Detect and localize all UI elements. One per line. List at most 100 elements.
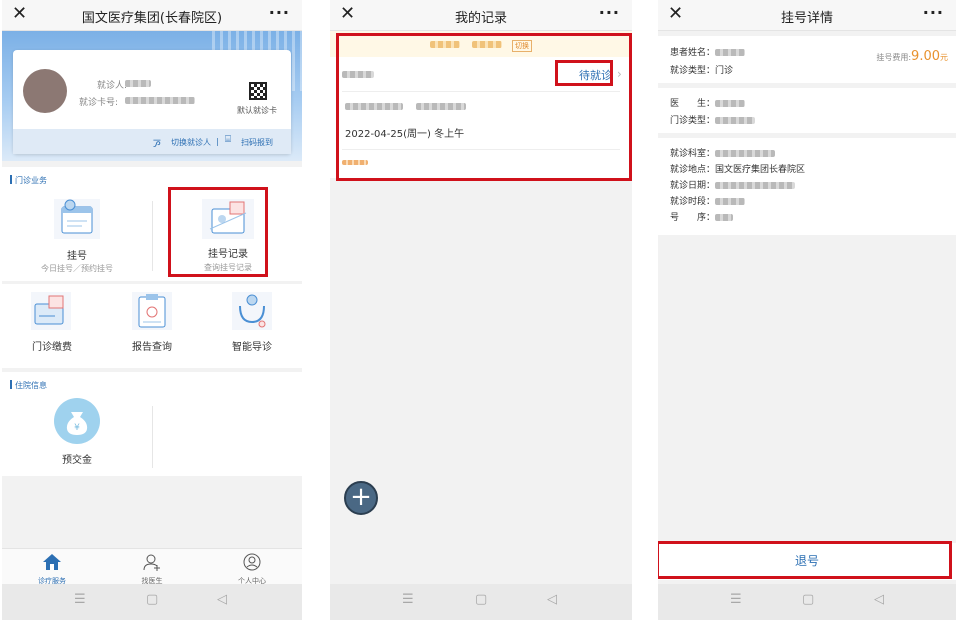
scan-icon: ⌸ (225, 134, 231, 145)
inpatient-section-title: 住院信息 (10, 380, 47, 391)
patient-label: 就诊人: (97, 81, 128, 91)
link-separator: | (216, 137, 219, 146)
scan-report-link[interactable]: 扫码报到 (241, 137, 273, 148)
more-icon[interactable]: ··· (599, 3, 620, 22)
detail-screen: ✕ 挂号详情 ··· 患者姓名： 挂号费用:9.00元 就诊类型：门诊 医 生：… (658, 0, 956, 620)
patient-name-masked (715, 49, 746, 56)
dept-label: 就诊科室： (670, 149, 716, 159)
home-top-bar: ✕ 国文医疗集团(长春院区) ··· (2, 0, 302, 31)
period-masked (715, 198, 746, 205)
calendar-doctor-icon (54, 199, 100, 239)
location-label: 就诊地点： (670, 165, 716, 175)
outpatient-section-title: 门诊业务 (10, 175, 47, 186)
patient-name-row: 患者姓名： (670, 45, 746, 58)
clinic-type-label: 门诊类型： (670, 116, 716, 126)
records-screen: ✕ 我的记录 ··· 切换 待就诊 › 2022-04-25(周一) 冬上午 +… (330, 0, 632, 620)
doctor-row: 医 生： (670, 96, 746, 109)
more-icon[interactable]: ··· (923, 3, 944, 22)
period-label: 就诊时段： (670, 197, 716, 207)
system-nav-bar: ☰ ▢ ◁ (2, 584, 302, 620)
records-top-bar: ✕ 我的记录 ··· (330, 0, 632, 31)
tab-find-doctor[interactable]: 找医生 (122, 553, 182, 586)
menu-icon[interactable]: ☰ (402, 592, 414, 607)
qr-code-icon[interactable] (249, 82, 267, 100)
visit-info-section: 就诊科室： 就诊地点：国文医疗集团长春院区 就诊日期： 就诊时段： 号 序： (658, 138, 956, 235)
fee-value: 9.00 (911, 49, 940, 64)
page-title: 挂号详情 (780, 11, 833, 26)
seq-row: 号 序： (670, 210, 734, 223)
bottom-tab-bar: 诊疗服务 找医生 个人中心 (2, 548, 302, 586)
home-icon (43, 554, 61, 570)
home-button-icon[interactable]: ▢ (802, 592, 814, 607)
home-screen: ✕ 国文医疗集团(长春院区) ··· 就诊人: 就诊卡号: 默认就诊卡 ꯍ 切换… (2, 0, 302, 620)
home-button-icon[interactable]: ▢ (146, 592, 158, 607)
back-icon[interactable]: ◁ (547, 592, 557, 607)
doctor-name-masked (715, 100, 746, 107)
add-doctor-icon (143, 554, 160, 571)
fee-row: 挂号费用:9.00元 (876, 49, 948, 64)
home-button-icon[interactable]: ▢ (475, 592, 487, 607)
service-row-2: 门诊缴费 报告查询 智能导诊 (2, 284, 302, 368)
card-no-label: 就诊卡号: (79, 98, 119, 108)
switch-bar: ꯍ 切换就诊人 | ⌸ 扫码报到 (13, 129, 291, 154)
clinic-type-masked (715, 117, 756, 124)
default-card-label: 默认就诊卡 (237, 106, 277, 115)
detail-top-bar: ✕ 挂号详情 ··· (658, 0, 956, 31)
divider (152, 406, 153, 468)
page-title: 我的记录 (454, 11, 507, 26)
add-record-button[interactable]: + (344, 481, 378, 515)
location-value: 国文医疗集团长春院区 (715, 165, 806, 175)
highlight-register-records (168, 187, 268, 277)
date-row: 就诊日期： (670, 178, 796, 191)
patient-info-section: 患者姓名： 挂号费用:9.00元 就诊类型：门诊 (658, 36, 956, 83)
system-nav-bar: ☰ ▢ ◁ (658, 584, 956, 620)
highlight-status (555, 60, 613, 86)
switch-patient-link[interactable]: 切换就诊人 (171, 137, 211, 148)
inpatient-section: 住院信息 ¥ 预交金 (2, 372, 302, 476)
page-title: 国文医疗集团(长春院区) (81, 11, 223, 26)
dept-row: 就诊科室： (670, 146, 776, 159)
register-sub: 今日挂号／预约挂号 (41, 264, 113, 273)
system-nav-bar: ☰ ▢ ◁ (330, 584, 632, 620)
money-bag-icon: ¥ (54, 398, 100, 444)
patient-name-label: 患者姓名： (670, 48, 716, 58)
clinic-type-row: 门诊类型： (670, 113, 756, 126)
fee-unit: 元 (940, 53, 948, 62)
visit-type-value: 门诊 (715, 66, 734, 76)
visit-type-row: 就诊类型：门诊 (670, 63, 733, 76)
highlight-cancel-button (658, 541, 952, 579)
guide-label: 智能导诊 (232, 342, 272, 353)
visit-type-label: 就诊类型： (670, 66, 716, 76)
menu-icon[interactable]: ☰ (74, 592, 86, 607)
svg-text:¥: ¥ (74, 423, 80, 433)
switch-user-icon: ꯍ (153, 137, 161, 150)
tab-profile[interactable]: 个人中心 (222, 553, 282, 586)
divider (152, 201, 153, 271)
highlight-record-card (336, 33, 632, 181)
stethoscope-icon (232, 292, 272, 330)
report-label: 报告查询 (132, 342, 172, 353)
date-label: 就诊日期： (670, 181, 716, 191)
patient-name-masked (125, 80, 151, 87)
register-label: 挂号 (67, 251, 87, 262)
back-icon[interactable]: ◁ (874, 592, 884, 607)
payment-card-icon (31, 292, 71, 330)
avatar (23, 69, 67, 113)
menu-icon[interactable]: ☰ (730, 592, 742, 607)
doctor-label: 医 生： (670, 99, 716, 109)
payment-label: 门诊缴费 (32, 342, 72, 353)
date-masked (715, 182, 796, 189)
report-clipboard-icon (132, 292, 172, 330)
back-icon[interactable]: ◁ (217, 592, 227, 607)
location-row: 就诊地点：国文医疗集团长春院区 (670, 162, 805, 175)
more-icon[interactable]: ··· (269, 3, 290, 22)
card-no-masked (125, 97, 195, 104)
seq-masked (715, 214, 734, 221)
tab-services[interactable]: 诊疗服务 (22, 553, 82, 586)
period-row: 就诊时段： (670, 194, 746, 207)
deposit-label: 预交金 (62, 455, 92, 466)
fee-label: 挂号费用: (876, 53, 912, 62)
user-circle-icon (243, 553, 261, 571)
seq-label: 号 序： (670, 213, 716, 223)
dept-masked (715, 150, 776, 157)
